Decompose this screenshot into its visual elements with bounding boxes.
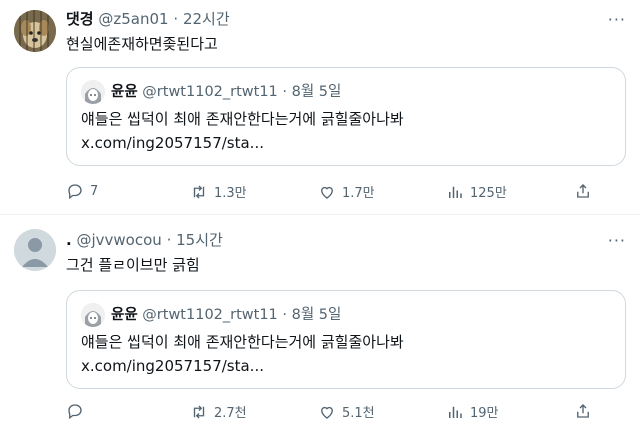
more-icon[interactable]: ··· — [608, 10, 626, 29]
views-icon — [449, 186, 462, 198]
quote-link[interactable]: x.com/ing2057157/sta... — [81, 132, 264, 154]
retweet-icon — [193, 185, 205, 198]
quote-display-name[interactable]: 윤윤 — [111, 84, 138, 100]
user-handle[interactable]: @jvvwocou — [76, 231, 161, 249]
tweet[interactable]: 댓경 @z5an01 · 22시간 ··· 현실에존재하면좆된다고 윤윤 @rt… — [0, 0, 640, 215]
tweet-header: . @jvvwocou · 15시간 — [66, 230, 223, 250]
quote-user-handle[interactable]: @rtwt1102_rtwt11 — [142, 307, 277, 323]
tweet-text: 현실에존재하면좆된다고 — [66, 35, 218, 53]
user-handle[interactable]: @z5an01 — [98, 10, 168, 28]
quote-tweet[interactable]: 윤윤 @rtwt1102_rtwt11 · 8월 5일 얘들은 씹덕이 최애 존… — [66, 290, 626, 389]
quote-header: 윤윤 @rtwt1102_rtwt11 · 8월 5일 — [111, 82, 341, 102]
separator-dot: · — [173, 10, 179, 28]
quote-avatar[interactable] — [81, 80, 105, 104]
views-count: 125만 — [470, 186, 507, 201]
quote-date[interactable]: 8월 5일 — [292, 84, 342, 100]
separator-dot: · — [166, 231, 172, 249]
retweet-count: 1.3만 — [214, 186, 247, 201]
quote-display-name[interactable]: 윤윤 — [111, 307, 138, 323]
tweet[interactable]: . @jvvwocou · 15시간 ··· 그건 플ㄹ이브만 긁힘 윤윤 @r… — [0, 215, 640, 437]
quote-date[interactable]: 8월 5일 — [292, 307, 342, 323]
timestamp[interactable]: 22시간 — [183, 10, 230, 28]
heart-icon — [321, 406, 333, 419]
views-count: 19만 — [470, 406, 499, 421]
avatar[interactable] — [14, 229, 56, 271]
quote-tweet[interactable]: 윤윤 @rtwt1102_rtwt11 · 8월 5일 얘들은 씹덕이 최애 존… — [66, 67, 626, 166]
like-button[interactable]: 1.7만 — [318, 182, 375, 201]
reply-icon — [68, 184, 82, 200]
display-name[interactable]: 댓경 — [66, 10, 94, 28]
reply-count: 7 — [90, 183, 99, 199]
heart-icon — [321, 186, 333, 199]
reply-button[interactable] — [66, 402, 90, 420]
views-icon — [449, 406, 462, 418]
more-icon[interactable]: ··· — [608, 231, 626, 250]
tweet-header: 댓경 @z5an01 · 22시간 — [66, 9, 230, 29]
like-count: 1.7만 — [342, 186, 375, 201]
quote-text: 얘들은 씹덕이 최애 존재안한다는거에 긁힐줄아나봐 — [81, 333, 404, 351]
retweet-button[interactable]: 1.3만 — [190, 182, 247, 201]
separator-dot: · — [282, 307, 287, 323]
quote-header: 윤윤 @rtwt1102_rtwt11 · 8월 5일 — [111, 305, 341, 325]
tweet-text: 그건 플ㄹ이브만 긁힘 — [66, 256, 200, 274]
quote-link[interactable]: x.com/ing2057157/sta... — [81, 355, 264, 377]
display-name[interactable]: . — [66, 231, 72, 249]
like-count: 5.1천 — [342, 406, 375, 421]
quote-user-handle[interactable]: @rtwt1102_rtwt11 — [142, 84, 277, 100]
share-icon — [577, 404, 589, 418]
retweet-icon — [193, 405, 205, 418]
views-button[interactable]: 125만 — [446, 182, 507, 201]
retweet-button[interactable]: 2.7천 — [190, 402, 247, 421]
avatar[interactable] — [14, 10, 56, 52]
views-button[interactable]: 19만 — [446, 402, 499, 421]
reply-icon — [68, 404, 82, 420]
reply-button[interactable]: 7 — [66, 182, 98, 200]
retweet-count: 2.7천 — [214, 406, 247, 421]
action-bar: 7 1.3만 1.7만 125만 — [66, 182, 626, 204]
share-icon — [577, 184, 589, 198]
separator-dot: · — [282, 84, 287, 100]
action-bar: 2.7천 5.1천 19만 — [66, 402, 626, 424]
quote-avatar[interactable] — [81, 303, 105, 327]
share-button[interactable] — [574, 402, 598, 420]
timestamp[interactable]: 15시간 — [176, 231, 223, 249]
share-button[interactable] — [574, 182, 598, 200]
like-button[interactable]: 5.1천 — [318, 402, 375, 421]
quote-text: 얘들은 씹덕이 최애 존재안한다는거에 긁힐줄아나봐 — [81, 110, 404, 128]
